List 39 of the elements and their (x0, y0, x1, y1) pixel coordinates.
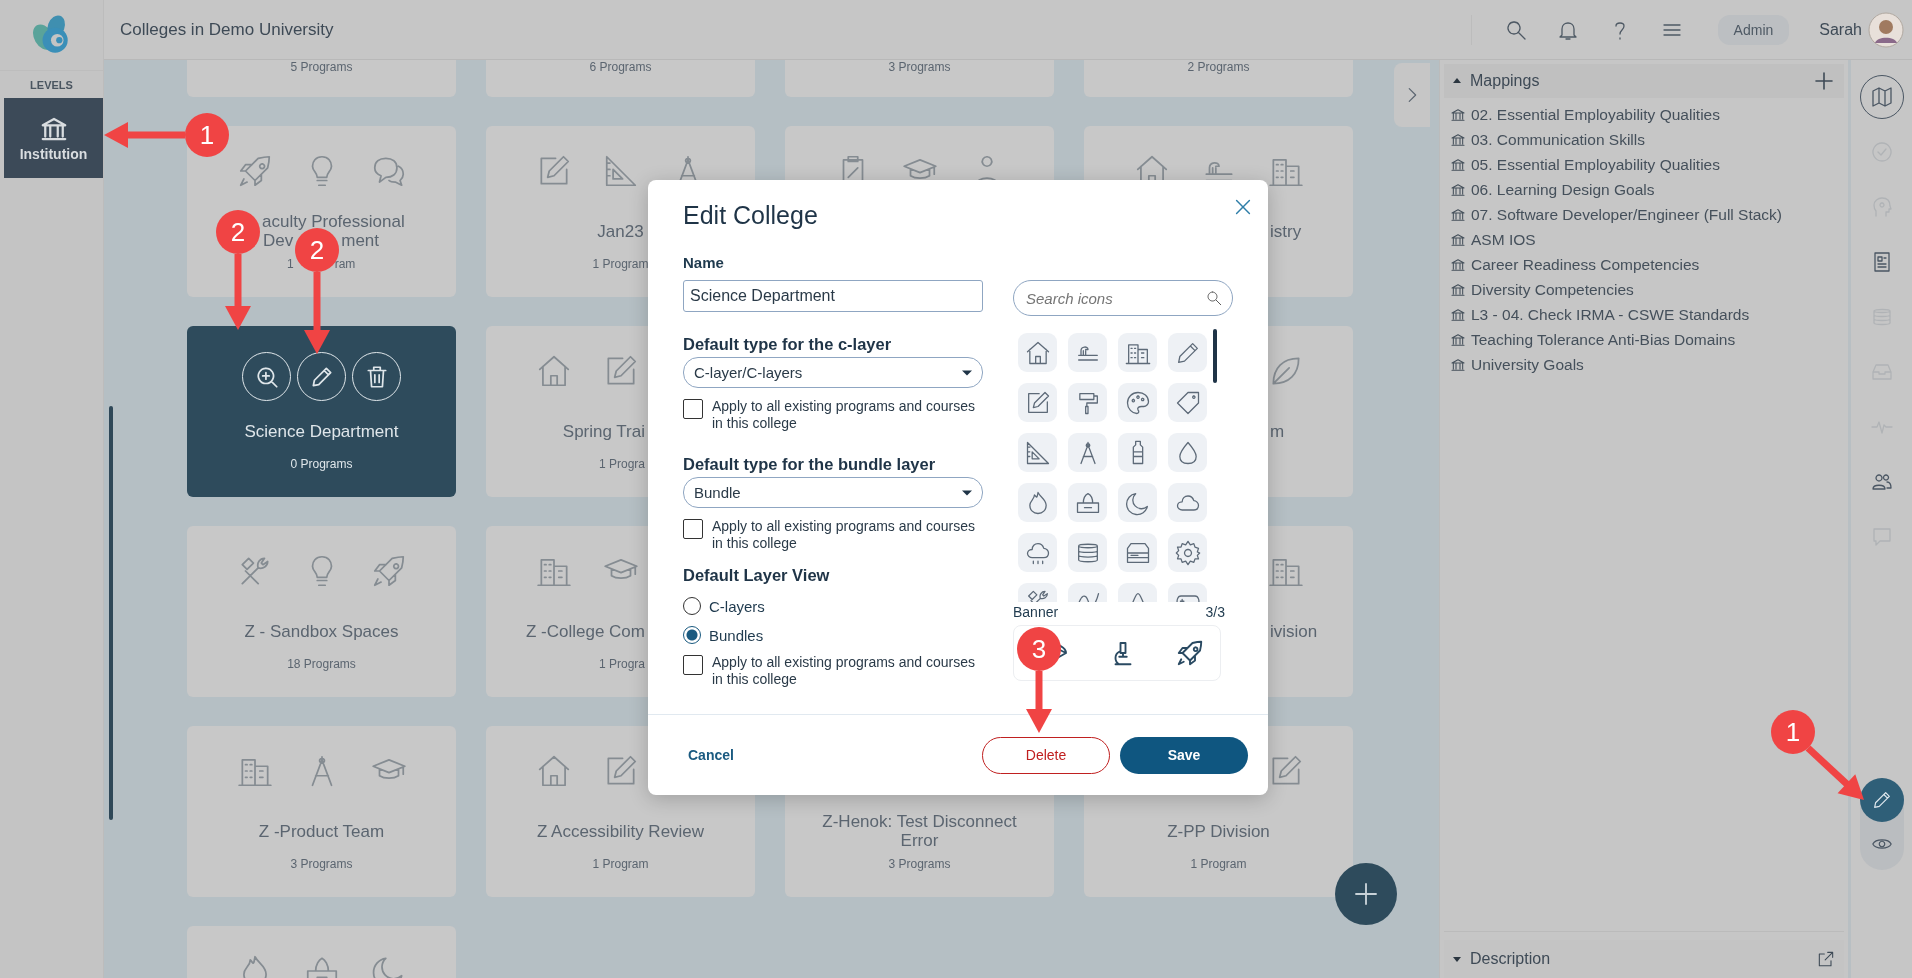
college-name: Dev (263, 231, 294, 250)
field-label: Name (683, 254, 725, 272)
page-title: Colleges in Demo University (120, 19, 334, 40)
banner-label: Banner (1013, 604, 1059, 620)
program-count: 3 Programs (888, 60, 951, 74)
college-name: Z Accessibility Review (535, 821, 706, 841)
college-name: Z-PP Division (1166, 821, 1271, 841)
banner-count: 3/3 (1205, 604, 1225, 620)
user-name: Sarah (1819, 20, 1862, 39)
college-name: Z-Henok: Test Disconnect Error (821, 812, 1018, 850)
college-name: Spring Trai (562, 421, 645, 441)
program-count: 0 Programs (290, 457, 353, 471)
program-count: 5 Programs (290, 60, 353, 74)
program-count: 1 Program (592, 857, 649, 871)
college-name: istry (1270, 221, 1302, 241)
program-count: 1 Progra (598, 457, 645, 471)
program-count: 2 Programs (1187, 60, 1250, 74)
program-count: 6 Programs (589, 60, 652, 74)
step-badge: 1 (185, 113, 229, 157)
college-name: m (1270, 421, 1285, 441)
levels-heading: LEVELS (30, 79, 73, 91)
program-count: 1 Program (1190, 857, 1247, 871)
college-name: ment (341, 231, 380, 250)
program-count: 1 Progra (598, 657, 645, 671)
section-title: Description (1470, 950, 1551, 968)
college-name: Z -Product Team (257, 821, 386, 841)
college-name: Z -College Com (525, 621, 645, 641)
program-count: 18 Programs (287, 657, 356, 671)
college-name: Z - Sandbox Spaces (243, 621, 400, 641)
program-count: 3 Programs (290, 857, 353, 871)
program-count: ram (334, 257, 356, 271)
college-name: aculty Professional (262, 212, 405, 231)
program-count: 1 (287, 257, 294, 271)
college-name: Jan23 (596, 221, 645, 241)
college-name: Science Department (243, 421, 400, 441)
program-count: 1 Program (592, 257, 649, 271)
section-title: Mappings (1470, 72, 1540, 90)
college-name: ivision (1270, 621, 1318, 641)
program-count: 3 Programs (888, 857, 951, 871)
